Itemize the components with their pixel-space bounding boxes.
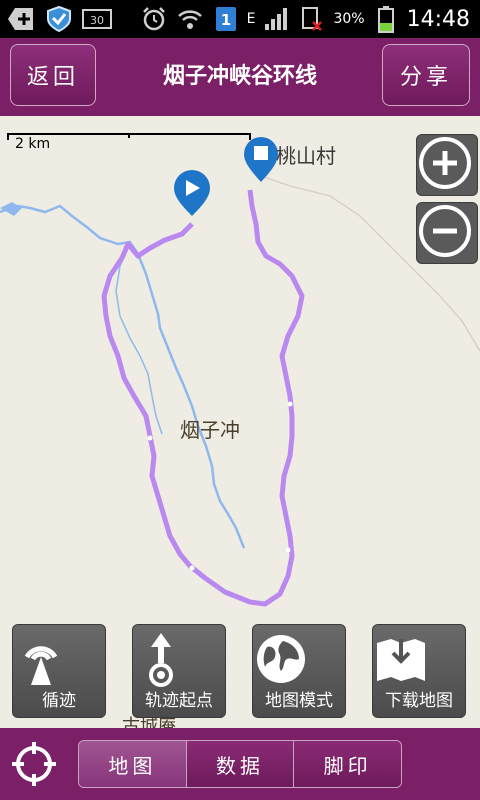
share-button[interactable]: 分享: [382, 44, 470, 106]
notification-count: 1: [220, 11, 230, 29]
add-notification-icon: [6, 4, 36, 34]
download-map-icon: [373, 631, 465, 687]
scale-label: 2 km: [15, 136, 51, 152]
app-badge-icon: 30: [82, 4, 112, 34]
battery-icon: [371, 4, 401, 34]
place-label: 烟子冲: [180, 418, 240, 442]
start-marker: [174, 170, 210, 216]
track-start-button[interactable]: 轨迹起点: [132, 624, 226, 718]
network-type: E: [246, 11, 256, 27]
alarm-icon: [139, 4, 169, 34]
tool-label: 轨迹起点: [145, 691, 213, 711]
lake: [0, 202, 22, 216]
plus-icon: [419, 137, 471, 189]
status-bar: 30 1 E 30% 14:48: [0, 0, 480, 38]
clock: 14:48: [406, 6, 470, 32]
header: 返回 烟子冲峡谷环线 分享: [0, 38, 480, 116]
map-mode-button[interactable]: 地图模式: [252, 624, 346, 718]
locate-button[interactable]: [8, 738, 60, 790]
tab-map[interactable]: 地图: [79, 741, 187, 787]
tab-footprint[interactable]: 脚印: [294, 741, 401, 787]
follow-track-button[interactable]: 循迹: [12, 624, 106, 718]
back-button[interactable]: 返回: [10, 44, 96, 106]
sim-error-icon: [297, 4, 327, 34]
tab-bar: 地图 数据 脚印: [78, 740, 402, 788]
signal-icon: [261, 4, 291, 34]
bottom-bar: 地图 数据 脚印: [0, 728, 480, 800]
shield-icon: [44, 4, 74, 34]
village-label: 桃山村: [276, 144, 336, 168]
wifi-icon: [175, 4, 205, 34]
svg-text:30: 30: [90, 14, 104, 27]
tab-data[interactable]: 数据: [186, 741, 295, 787]
map-view[interactable]: 2 km 桃山村 烟子冲 古城庵 循迹 轨迹起点 地图模式 下载地图: [0, 116, 480, 728]
globe-icon: [253, 631, 345, 687]
track-line: [101, 189, 305, 607]
tool-label: 循迹: [42, 691, 76, 711]
zoom-in-button[interactable]: [416, 134, 478, 196]
tool-label: 下载地图: [385, 691, 453, 711]
notification-count-icon: 1: [211, 4, 241, 34]
zoom-out-button[interactable]: [416, 202, 478, 264]
crosshair-icon: [12, 742, 56, 786]
minus-icon: [419, 205, 471, 257]
battery-percent: 30%: [333, 11, 365, 27]
track-start-icon: [133, 631, 225, 687]
tool-label: 地图模式: [265, 691, 333, 711]
download-map-button[interactable]: 下载地图: [372, 624, 466, 718]
signal-tower-icon: [13, 631, 105, 687]
end-marker: [244, 137, 278, 182]
page-title: 烟子冲峡谷环线: [162, 64, 317, 89]
